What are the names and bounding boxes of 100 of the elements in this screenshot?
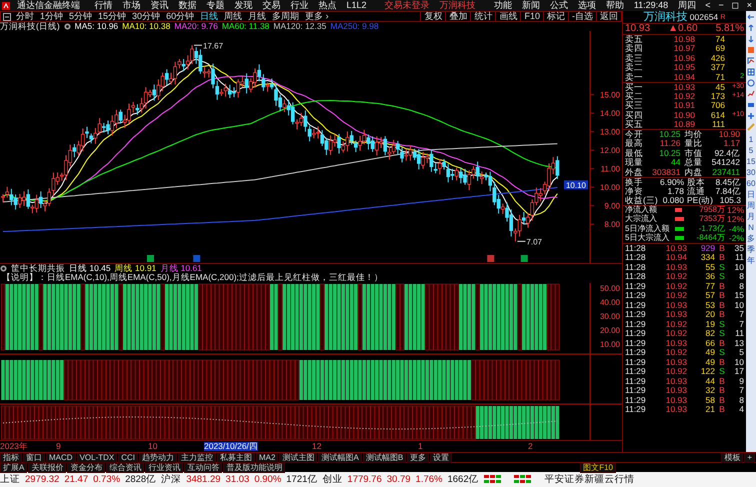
period-tab[interactable]: 分时	[13, 12, 37, 21]
settings-icon[interactable]	[64, 23, 71, 30]
event-marker-icon	[193, 255, 200, 262]
grid-icon[interactable]	[747, 68, 755, 76]
period-shortcut[interactable]: 60	[746, 178, 756, 189]
indicator-tab[interactable]: 更多	[407, 452, 430, 462]
period-tab[interactable]: 周线	[221, 12, 246, 21]
line-chart-icon[interactable]	[747, 57, 755, 65]
settings-icon[interactable]	[0, 265, 7, 272]
window-control[interactable]: ×	[742, 1, 756, 10]
window-control[interactable]: −	[714, 1, 728, 10]
period-shortcut[interactable]: 5	[746, 145, 756, 156]
menu-item[interactable]: 选项	[572, 0, 601, 10]
period-shortcut[interactable]: 周	[746, 200, 756, 211]
menu-item[interactable]: 数据	[174, 0, 202, 10]
left-arrow-icon[interactable]	[747, 13, 755, 21]
period-tab[interactable]: 15分钟	[95, 12, 130, 21]
indicator-tab[interactable]: 私募主图	[217, 452, 256, 462]
toolbar-button[interactable]: 复权	[420, 12, 446, 21]
order-level-label: 买一	[625, 82, 644, 91]
panel-toggle-icon[interactable]	[3, 12, 11, 20]
indicator-tab[interactable]: VOL-TDX	[76, 452, 118, 462]
indicator-tab[interactable]: +	[744, 452, 755, 462]
down-arrow-icon[interactable]	[747, 35, 755, 43]
tick-side: B	[718, 244, 726, 252]
toolbar-button[interactable]: 统计	[470, 12, 496, 21]
period-shortcut[interactable]: 月	[746, 211, 756, 222]
menu-item[interactable]: 交易	[258, 0, 286, 10]
plus-cross-icon[interactable]	[747, 112, 755, 120]
period-shortcut[interactable]: 季	[746, 244, 756, 255]
period-shortcut[interactable]: 1	[746, 134, 756, 145]
period-tab[interactable]: 多周期	[269, 12, 302, 21]
indicator-tab[interactable]: 测试幅图A	[318, 452, 362, 462]
square-icon[interactable]	[747, 46, 755, 54]
period-shortcut[interactable]: 15	[746, 156, 756, 167]
period-tab[interactable]: 1分钟	[37, 12, 66, 21]
period-tab[interactable]: 更多 ›	[302, 12, 332, 21]
indicator-tab[interactable]: 趋势动力	[139, 452, 178, 462]
period-tab[interactable]: 日线	[197, 12, 222, 21]
period-tab[interactable]: 60分钟	[163, 12, 198, 21]
menu-item[interactable]: 公式	[544, 0, 573, 10]
extension-tab[interactable]: 资金分布	[67, 462, 106, 472]
period-shortcut[interactable]: N	[746, 222, 756, 233]
indicator-tab[interactable]: 设置	[430, 452, 452, 462]
menu-item[interactable]: 行业	[286, 0, 314, 10]
extension-tab[interactable]: 综合资讯	[106, 462, 144, 472]
notice-link[interactable]: 万润科技	[434, 0, 481, 10]
extension-tab[interactable]: 行业资讯	[145, 462, 184, 472]
menu-item[interactable]: 帮助	[600, 0, 629, 10]
extension-tab[interactable]: 互动问答	[184, 462, 222, 472]
extension-tab[interactable]: 关联报价	[28, 462, 66, 472]
period-tab[interactable]: 月线	[245, 12, 270, 21]
indicator-tab[interactable]: 指标	[0, 452, 22, 462]
menu-item[interactable]: 新闻	[516, 0, 545, 10]
period-shortcut[interactable]: 年	[746, 255, 756, 266]
notice-link[interactable]: 交易未登录	[380, 0, 435, 10]
trend-line-icon[interactable]	[747, 90, 755, 98]
event-marker-icon	[147, 255, 154, 262]
extension-tab[interactable]: 普及版功能说明	[223, 462, 286, 472]
period-shortcut[interactable]: 多	[746, 233, 756, 244]
tick-price: 10.92	[664, 367, 687, 376]
menu-item[interactable]: 热点	[314, 0, 342, 10]
menu-item[interactable]: 发现	[230, 0, 258, 10]
extension-tab[interactable]: 扩展A	[0, 462, 28, 472]
indicator-tab[interactable]: 测试主图	[279, 452, 318, 462]
toolbar-button[interactable]: 画线	[495, 12, 520, 21]
window-control[interactable]: <	[701, 1, 714, 10]
menu-item[interactable]: 专题	[202, 0, 230, 10]
flow-value: -8464万	[696, 234, 725, 242]
up-arrow-icon[interactable]	[747, 24, 755, 32]
window-control[interactable]: ◻	[728, 1, 743, 10]
tick-count: 9	[739, 376, 744, 385]
toolbar-button[interactable]: 叠加	[445, 12, 470, 21]
stat-value: 10.25	[658, 130, 680, 138]
menu-item[interactable]: 功能	[488, 0, 517, 10]
toolbar-button[interactable]: 返回	[596, 12, 621, 21]
indicator-tab[interactable]: 主力监控	[178, 452, 216, 462]
toolbar-button[interactable]: -自选	[568, 12, 596, 21]
indicator-tab[interactable]: 窗口	[23, 452, 45, 462]
toolbar-button[interactable]: F10	[520, 12, 543, 21]
indicator-value: 日线 10.45	[69, 264, 111, 273]
extension-tab[interactable]: 图文F10	[580, 462, 616, 472]
menu-item[interactable]: 资讯	[146, 0, 174, 10]
period-shortcut[interactable]: 30	[746, 167, 756, 178]
indicator-tab[interactable]: CCI	[118, 452, 138, 462]
indicator-axis-label: 10.00	[600, 340, 620, 349]
period-tab[interactable]: 5分钟	[66, 12, 96, 21]
menu-item[interactable]: 市场	[118, 0, 146, 10]
indicator-tab[interactable]: MACD	[46, 452, 76, 462]
circle-icon[interactable]	[747, 79, 755, 87]
menu-item[interactable]: 行情	[90, 0, 118, 10]
indicator-tab[interactable]: 测试幅图B	[362, 452, 406, 462]
indicator-tab[interactable]: MA2	[256, 452, 278, 462]
tick-time: 11:29	[625, 291, 647, 300]
indicator-tab[interactable]: 模板	[721, 452, 744, 462]
period-tab[interactable]: 30分钟	[129, 12, 164, 21]
toolbar-button[interactable]: 标记	[543, 12, 568, 21]
rectangle-icon[interactable]	[747, 101, 755, 109]
period-shortcut[interactable]: 日	[746, 189, 756, 200]
menu-item[interactable]: L1L2	[342, 0, 372, 10]
